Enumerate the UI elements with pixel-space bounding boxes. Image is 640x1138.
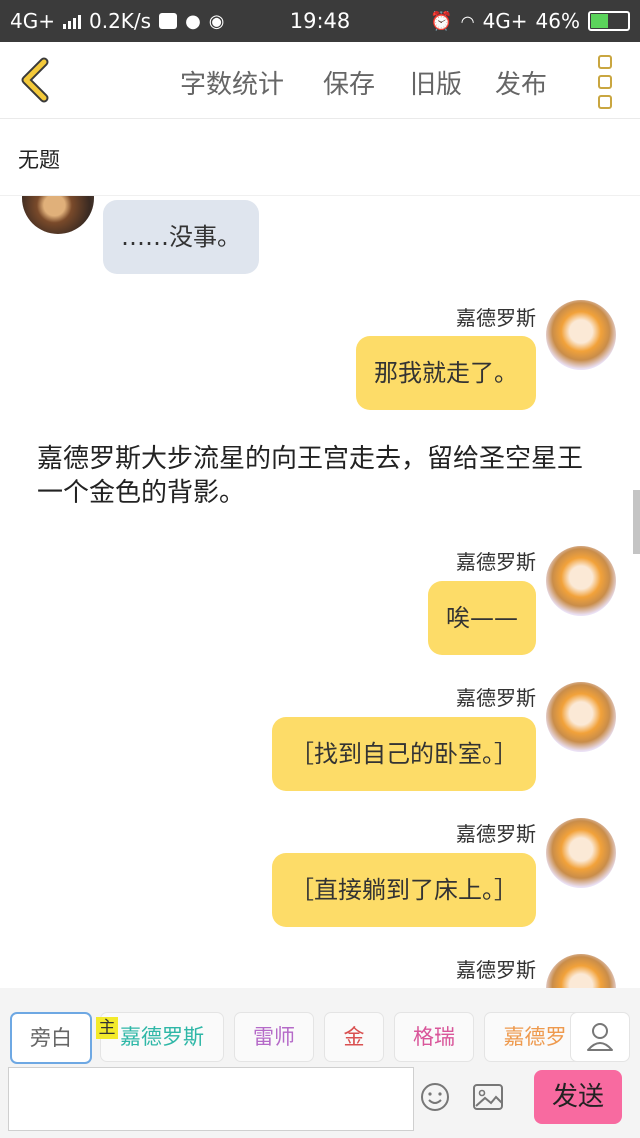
chevron-left-icon	[21, 57, 49, 103]
input-bar: 发送	[0, 1064, 640, 1138]
send-button[interactable]: 发送	[534, 1070, 622, 1124]
message-bubble[interactable]: 唉——	[428, 581, 536, 655]
sender-name: 嘉德罗斯	[456, 822, 536, 846]
avatar[interactable]	[546, 818, 616, 888]
user-button[interactable]	[570, 1012, 630, 1062]
old-version-button[interactable]: 旧版	[410, 64, 462, 101]
user-icon	[587, 1023, 613, 1051]
title-bar[interactable]: 无题	[0, 119, 640, 196]
avatar[interactable]	[546, 300, 616, 370]
role-chip-gerui[interactable]: 格瑞	[394, 1012, 474, 1062]
more-vertical-icon[interactable]	[598, 55, 612, 115]
word-count-button[interactable]: 字数统计	[180, 64, 284, 101]
avatar[interactable]	[546, 682, 616, 752]
message-bubble[interactable]: ……没事。	[103, 200, 259, 274]
image-button[interactable]	[472, 1082, 504, 1112]
story-title: 无题	[18, 148, 60, 172]
status-bar: 4G+ 0.2K/s ● ◉ 19:48 ⏰ ◠ 4G+ 46%	[0, 0, 640, 42]
message-input[interactable]	[8, 1067, 414, 1131]
save-button[interactable]: 保存	[323, 64, 375, 101]
role-chip-jiadeluosi[interactable]: 嘉德罗斯	[100, 1012, 224, 1062]
image-icon	[473, 1084, 503, 1110]
message-bubble[interactable]: ［找到自己的卧室。］	[272, 717, 536, 791]
role-chip-leishi[interactable]: 雷师	[234, 1012, 314, 1062]
publish-button[interactable]: 发布	[495, 64, 547, 101]
status-right: ⏰ ◠ 4G+ 46%	[430, 9, 630, 33]
chat-area[interactable]: ……没事。 嘉德罗斯 那我就走了。 嘉德罗斯大步流星的向王宫走去，留给圣空星王一…	[0, 196, 640, 988]
alarm-icon: ⏰	[430, 10, 453, 32]
sender-name: 嘉德罗斯	[456, 306, 536, 330]
emoji-button[interactable]	[420, 1082, 450, 1112]
role-chip-jin[interactable]: 金	[324, 1012, 384, 1062]
main-role-badge: 主	[96, 1017, 118, 1039]
sender-name: 嘉德罗斯	[456, 686, 536, 710]
top-toolbar: 字数统计 保存 旧版 发布	[0, 42, 640, 119]
avatar[interactable]	[546, 546, 616, 616]
message-bubble[interactable]: ［直接躺到了床上。］	[272, 853, 536, 927]
smiley-icon	[421, 1083, 449, 1111]
back-button[interactable]	[18, 56, 54, 104]
avatar[interactable]	[546, 954, 616, 988]
scrollbar[interactable]	[633, 490, 640, 554]
role-chip-narrator[interactable]: 旁白	[10, 1012, 92, 1064]
sender-name: 嘉德罗斯	[456, 958, 536, 982]
network-type-right: 4G+	[482, 9, 528, 33]
avatar[interactable]	[22, 196, 94, 234]
battery-percent: 46%	[535, 9, 580, 33]
battery-icon	[588, 11, 630, 31]
sender-name: 嘉德罗斯	[456, 550, 536, 574]
narration-text[interactable]: 嘉德罗斯大步流星的向王宫走去，留给圣空星王一个金色的背影。	[37, 442, 607, 510]
message-bubble[interactable]: 那我就走了。	[356, 336, 536, 410]
wifi-icon: ◠	[460, 11, 475, 31]
